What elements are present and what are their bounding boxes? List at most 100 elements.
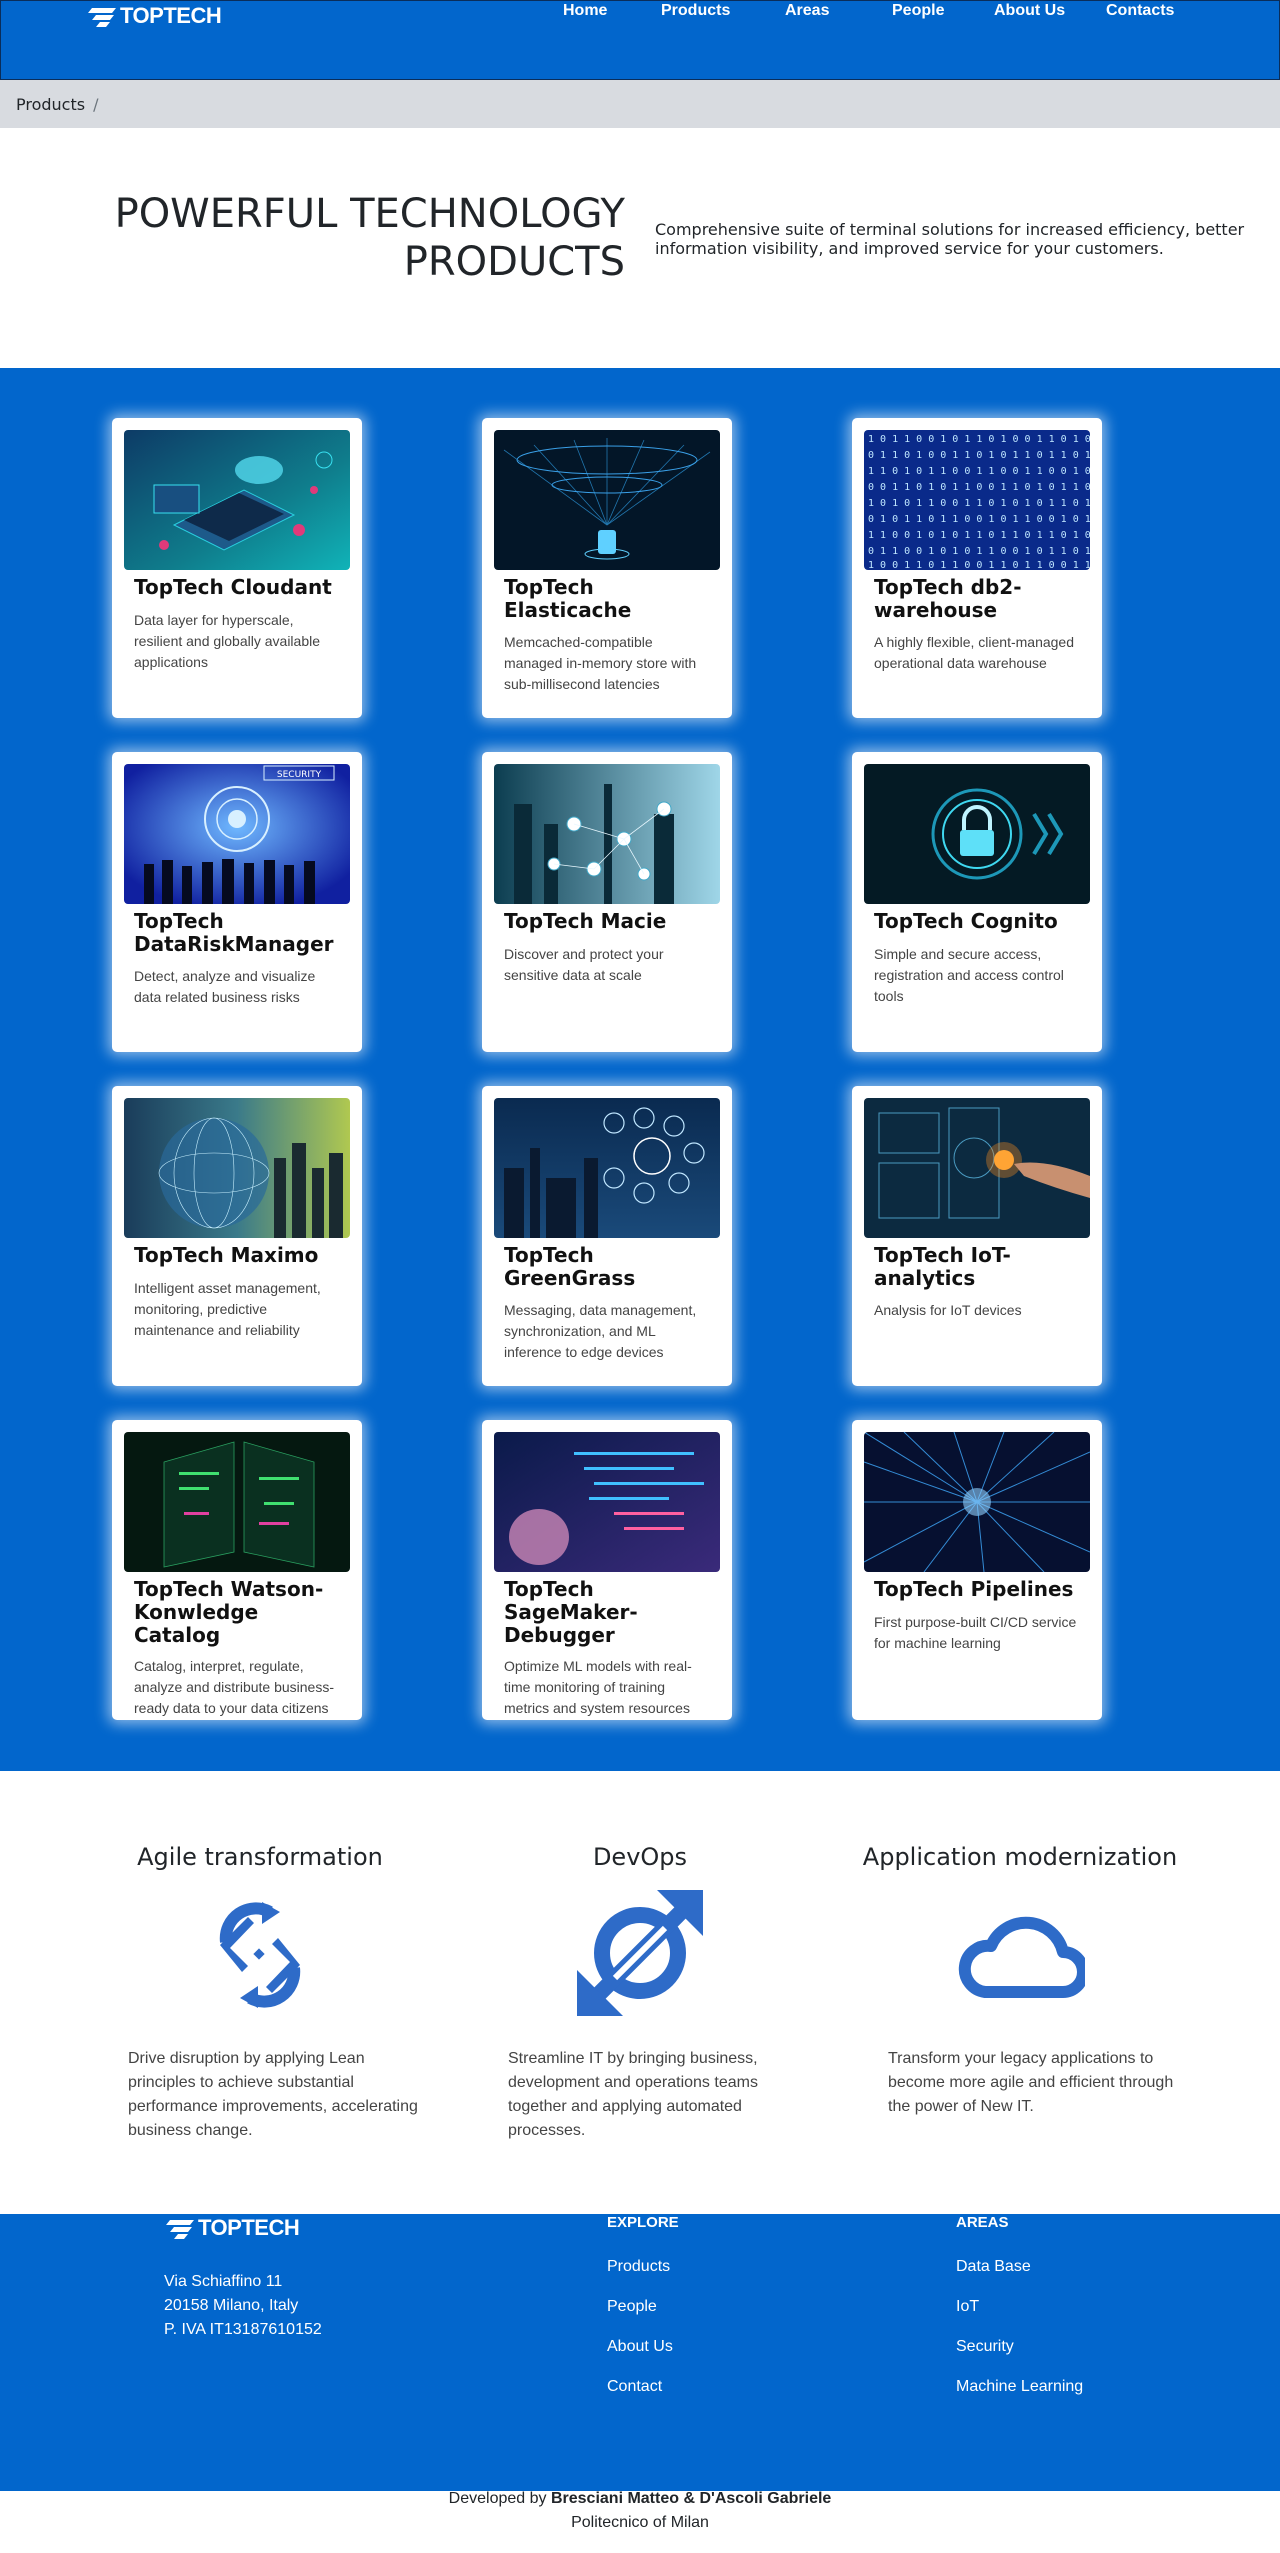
product-image-db2-warehouse: 1 0 1 1 0 0 1 0 1 1 0 1 0 0 1 1 0 1 0 0 … [864,430,1090,570]
address-street: Via Schiaffino 11 [164,2273,283,2290]
product-image-datariskmanager: SECURITY [124,764,350,904]
credits-line: Developed by Bresciani Matteo & D'Ascoli… [0,2487,1280,2511]
footer-link-products[interactable]: Products [607,2258,670,2276]
product-title: TopTech Macie [504,909,667,933]
refresh-arrows-icon [219,1902,301,2008]
expand-link-icon [577,1890,703,2016]
address-city: 20158 Milano, Italy [164,2297,299,2314]
product-description: Optimize ML models with real-time monito… [504,1658,692,1716]
product-description: First purpose-built CI/CD service for ma… [874,1614,1077,1651]
product-description: Analysis for IoT devices [874,1302,1022,1318]
product-card-elasticache[interactable]: TopTech Elasticache Memcached-compatible… [482,418,732,718]
product-card-datariskmanager[interactable]: SECURITY TopTech DataRiskManager Detect,… [112,752,362,1052]
product-description: Intelligent asset management, monitoring… [134,1280,321,1338]
footer-link-machine-learning[interactable]: Machine Learning [956,2378,1083,2396]
footer-link-data-base[interactable]: Data Base [956,2258,1031,2276]
svg-text:0 1 1 0 1 0 0 1 1 0 1 0 1 1 0: 0 1 1 0 1 0 0 1 1 0 1 0 1 1 0 1 1 0 1 [868,450,1090,461]
breadcrumb: Products / [0,80,1280,128]
product-title: TopTech IoT-analytics [874,1243,1011,1290]
svg-text:1 1 0 0 1 0 1 0 1 1 0 1 1 0 1: 1 1 0 0 1 0 1 0 1 1 0 1 1 0 1 1 0 1 0 [868,530,1090,541]
page-title-line2: PRODUCTS [403,239,625,285]
navbar: TOPTECH Home Products Areas People About… [0,0,1280,80]
nav-menu: Home Products Areas People About Us Cont… [1,1,1280,21]
feature-text-agile: Drive disruption by applying Lean princi… [128,2050,418,2139]
product-image-pipelines [864,1432,1090,1572]
feature-text-devops: Streamline IT by bringing business, deve… [508,2050,758,2139]
nav-people[interactable]: People [892,2,944,20]
footer: TOPTECH Via Schiaffino 11 20158 Milano, … [0,2214,1280,2491]
product-image-cloudant [124,430,350,570]
product-card-db2-warehouse[interactable]: 1 0 1 1 0 0 1 0 1 1 0 1 0 0 1 1 0 1 0 0 … [852,418,1102,718]
page-title: POWERFUL TECHNOLOGY PRODUCTS [60,190,625,286]
footer-explore-heading: EXPLORE [607,2214,679,2231]
credits-authors: Bresciani Matteo & D'Ascoli Gabriele [550,2490,832,2507]
product-description: Detect, analyze and visualize data relat… [134,968,316,1005]
product-description: Data layer for hyperscale, resilient and… [134,612,321,670]
svg-text:1 0 0 1 1 0 1 1 0 0 1 1 0 1 1: 1 0 0 1 1 0 1 1 0 0 1 1 0 1 1 0 0 1 1 [868,560,1090,570]
footer-link-contact[interactable]: Contact [607,2378,662,2396]
nav-home[interactable]: Home [563,2,607,20]
product-image-greengrass [494,1098,720,1238]
svg-text:1 1 0 1 0 1 1 0 0 1 1 0 0 1 1: 1 1 0 1 0 1 1 0 0 1 1 0 0 1 1 0 0 1 0 [868,466,1090,477]
credits: Developed by Bresciani Matteo & D'Ascoli… [0,2487,1280,2535]
svg-text:0 0 1 1 0 1 0 1 1 0 0 1 1 0 1: 0 0 1 1 0 1 0 1 1 0 0 1 1 0 1 0 1 1 0 [868,482,1090,493]
breadcrumb-products[interactable]: Products [16,95,85,114]
product-title: TopTech Elasticache [504,575,632,622]
nav-about-us[interactable]: About Us [994,2,1065,20]
footer-link-people[interactable]: People [607,2298,657,2316]
product-card-cognito[interactable]: TopTech Cognito Simple and secure access… [852,752,1102,1052]
svg-text:0 1 0 1 1 0 1 1 0 0 1 0 1 1 0: 0 1 0 1 1 0 1 1 0 0 1 0 1 1 0 0 1 0 1 [868,514,1090,525]
product-title: TopTech db2-warehouse [874,575,1022,622]
product-description: Memcached-compatible managed in-memory s… [504,634,697,692]
products-section: TopTech Cloudant Data layer for hypersca… [0,368,1280,1771]
footer-address: Via Schiaffino 11 20158 Milano, Italy P.… [164,2270,322,2342]
product-image-macie [494,764,720,904]
product-description: A highly flexible, client-managed operat… [874,634,1075,671]
product-title: TopTech Watson-Konwledge Catalog [134,1577,324,1647]
footer-link-security[interactable]: Security [956,2338,1014,2356]
product-image-iot-analytics [864,1098,1090,1238]
product-card-pipelines[interactable]: TopTech Pipelines First purpose-built CI… [852,1420,1102,1720]
nav-contacts[interactable]: Contacts [1106,2,1174,20]
product-title: TopTech Pipelines [874,1577,1074,1601]
product-card-watson-knowledge-catalog[interactable]: TopTech Watson-Konwledge Catalog Catalog… [112,1420,362,1720]
product-image-maximo [124,1098,350,1238]
product-card-sagemaker-debugger[interactable]: TopTech SageMaker-Debugger Optimize ML m… [482,1420,732,1720]
product-title: TopTech Cloudant [134,575,332,599]
footer-link-about-us[interactable]: About Us [607,2338,673,2356]
product-title: TopTech GreenGrass [504,1243,636,1290]
product-card-maximo[interactable]: TopTech Maximo Intelligent asset managem… [112,1086,362,1386]
credits-institution: Politecnico of Milan [571,2514,709,2531]
product-title: TopTech Maximo [134,1243,319,1267]
feature-text-app-modernization: Transform your legacy applications to be… [888,2050,1174,2115]
product-description: Catalog, interpret, regulate, analyze an… [134,1658,335,1716]
logo-icon [166,2220,194,2239]
footer-link-iot[interactable]: IoT [956,2298,979,2316]
product-image-watson-knowledge-catalog [124,1432,350,1572]
page-title-line1: POWERFUL TECHNOLOGY [114,191,625,237]
product-title: TopTech Cognito [874,909,1058,933]
product-description: Simple and secure access, registration a… [874,946,1064,1004]
product-image-cognito [864,764,1090,904]
breadcrumb-separator: / [93,94,99,114]
footer-areas-heading: AREAS [956,2214,1009,2231]
footer-logo[interactable]: TOPTECH [164,2214,300,2242]
cloud-icon [958,1916,1085,1998]
nav-products[interactable]: Products [661,2,730,20]
feature-title-devops: DevOps [592,1843,688,1871]
product-description: Discover and protect your sensitive data… [504,946,664,983]
product-card-iot-analytics[interactable]: TopTech IoT-analytics Analysis for IoT d… [852,1086,1102,1386]
feature-title-agile: Agile transformation [137,1843,383,1871]
product-card-greengrass[interactable]: TopTech GreenGrass Messaging, data manag… [482,1086,732,1386]
nav-areas[interactable]: Areas [785,2,829,20]
product-image-sagemaker-debugger [494,1432,720,1572]
svg-text:0 1 1 0 0 1 0 1 0 1 1 0 0 1 0: 0 1 1 0 0 1 0 1 0 1 1 0 0 1 0 1 1 0 1 [868,546,1090,557]
address-vat: P. IVA IT13187610152 [164,2321,322,2338]
product-card-macie[interactable]: TopTech Macie Discover and protect your … [482,752,732,1052]
security-badge-text: SECURITY [277,770,322,780]
page-description: Comprehensive suite of terminal solution… [655,220,1245,258]
product-card-cloudant[interactable]: TopTech Cloudant Data layer for hypersca… [112,418,362,718]
product-title: TopTech SageMaker-Debugger [504,1577,638,1647]
product-image-elasticache [494,430,720,570]
credits-prefix: Developed by [448,2490,547,2507]
